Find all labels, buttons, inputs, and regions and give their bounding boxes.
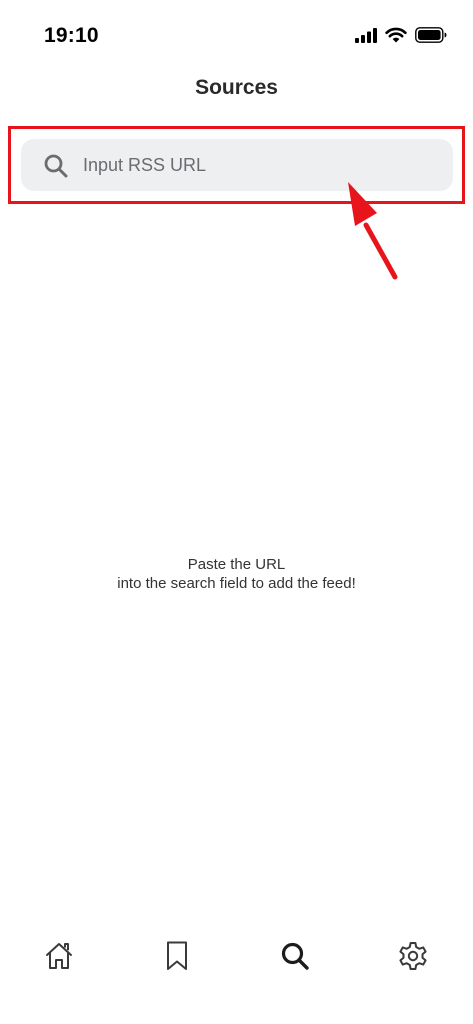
home-icon [46, 943, 72, 969]
empty-state-line-1: Paste the URL [187, 556, 286, 573]
search-icon [281, 942, 309, 970]
page-title: Sources [195, 76, 278, 99]
battery-icon [415, 27, 447, 43]
sources-screen: 19:10 Sources Input RSS URL Paste the UR… [0, 0, 473, 1024]
status-time: 19:10 [44, 24, 99, 47]
wifi-icon [385, 27, 407, 43]
annotation-arrow-icon [348, 182, 398, 280]
bookmark-icon [167, 941, 187, 970]
gear-icon [399, 942, 427, 970]
tab-search[interactable] [267, 928, 323, 984]
status-icons [355, 27, 447, 43]
cellular-signal-icon [355, 27, 377, 43]
empty-state-line-2: into the search field to add the feed! [117, 575, 356, 592]
tab-settings[interactable] [385, 928, 441, 984]
status-bar: 19:10 [0, 0, 473, 74]
tab-home[interactable] [31, 928, 87, 984]
tab-bar [0, 920, 473, 990]
search-icon [44, 154, 68, 178]
tab-bookmarks[interactable] [149, 928, 205, 984]
empty-state-message: Paste the URL into the search field to a… [0, 555, 473, 593]
